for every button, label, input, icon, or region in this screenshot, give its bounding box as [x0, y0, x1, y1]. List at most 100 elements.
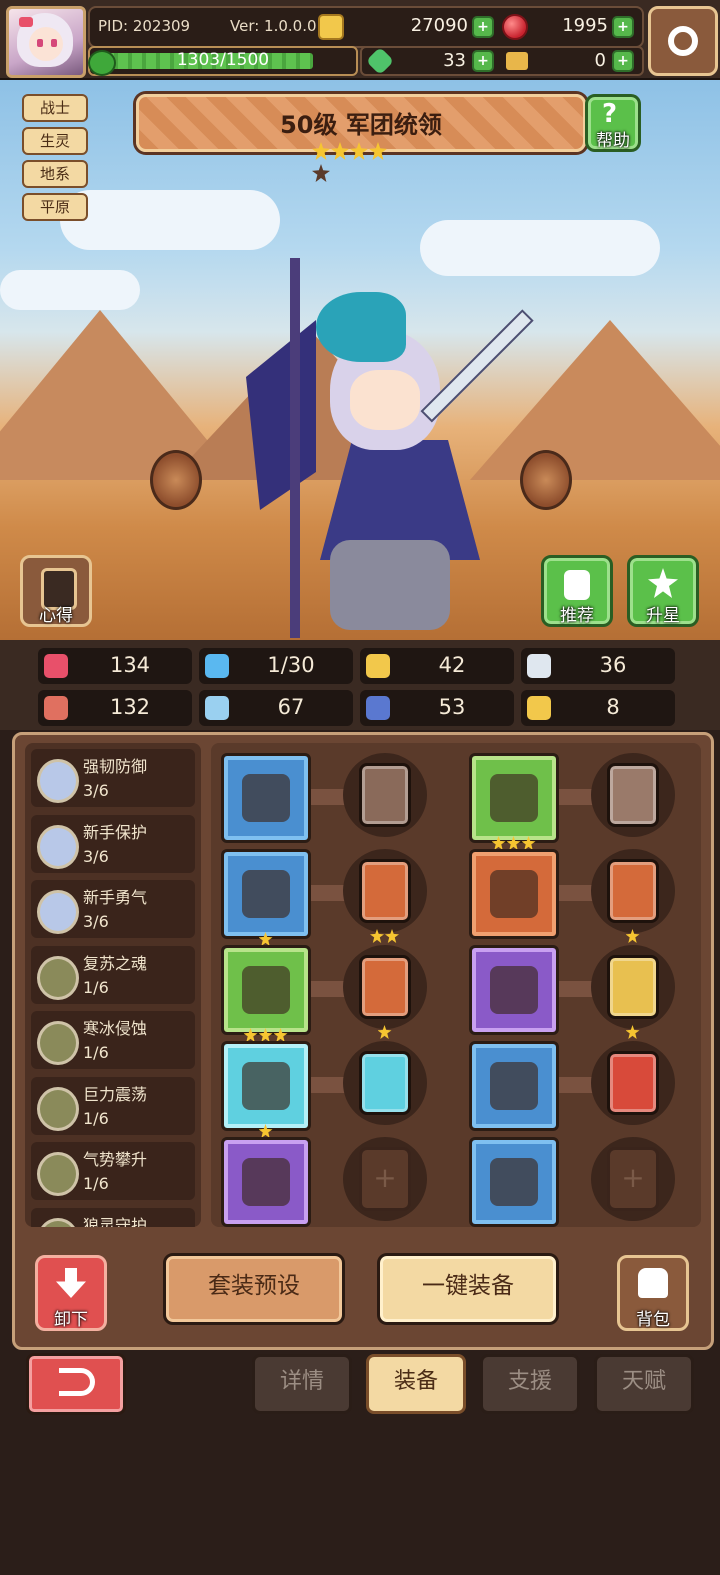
- tab-details[interactable]: 详情: [252, 1354, 352, 1414]
- auto-equip-button[interactable]: 一键装备: [377, 1253, 559, 1325]
- rune-slot[interactable]: [591, 753, 675, 837]
- tab-support[interactable]: 支援: [480, 1354, 580, 1414]
- left-arrow-shield-icon[interactable]: [150, 450, 202, 510]
- gem-icon: [242, 1062, 290, 1110]
- stat-heart: 134: [38, 648, 192, 684]
- unequip-button[interactable]: 卸下: [35, 1255, 107, 1331]
- equip-slot-gem[interactable]: [221, 1041, 311, 1138]
- stats-panel: 134 1/30 42 36 132 67 53 8: [0, 640, 720, 730]
- rune-slot[interactable]: [343, 1041, 427, 1125]
- add-key-button[interactable]: +: [612, 50, 634, 72]
- set-emblem-icon: [37, 824, 79, 869]
- equip-slot-hood[interactable]: [469, 753, 559, 850]
- set-name: 复苏之魂: [83, 953, 148, 973]
- gem-amount: 1995: [562, 15, 608, 36]
- tag-terrain: 平原: [22, 193, 88, 221]
- star-filled-icon: [369, 142, 387, 160]
- ruby-gem-icon: [502, 14, 528, 40]
- set-name: 巨力震荡: [83, 1084, 148, 1104]
- gold-amount: 27090: [410, 15, 468, 36]
- player-avatar[interactable]: [6, 6, 86, 78]
- rune-slot[interactable]: [343, 945, 427, 1039]
- set-bonus-item[interactable]: 寒冰侵蚀 1/6: [31, 1011, 195, 1069]
- hero-hat: [316, 292, 406, 362]
- tab-talent[interactable]: 天赋: [594, 1354, 694, 1414]
- equip-slot-boots[interactable]: [469, 1137, 559, 1227]
- insight-button[interactable]: 心得: [20, 555, 92, 627]
- equip-slot-belt[interactable]: [469, 1041, 559, 1131]
- equip-slot-necklace[interactable]: [221, 945, 311, 1042]
- water-drop-icon: [205, 654, 229, 678]
- rune-slot[interactable]: [591, 849, 675, 943]
- back-button[interactable]: [26, 1353, 126, 1415]
- fist-icon: [44, 696, 68, 720]
- equip-slot-shield[interactable]: [221, 849, 311, 946]
- rune-slot[interactable]: [343, 753, 427, 837]
- set-count: 3/6: [83, 912, 109, 931]
- set-bonus-item[interactable]: 狼灵守护: [31, 1207, 195, 1228]
- set-count: 1/6: [83, 1108, 109, 1128]
- boot-icon: [366, 696, 390, 720]
- horseshoe-icon: [527, 696, 551, 720]
- avatar-eye: [51, 39, 57, 47]
- hammer-icon: [242, 774, 290, 822]
- set-name: 狼灵守护: [83, 1215, 148, 1228]
- stat-value: 1/30: [267, 653, 315, 677]
- set-count: 1/6: [83, 1043, 109, 1062]
- empty-rune-slot[interactable]: +: [343, 1137, 427, 1221]
- set-name: 强韧防御: [83, 757, 148, 776]
- set-name: 寒冰侵蚀: [83, 1019, 148, 1038]
- set-preset-button[interactable]: 套装预设: [163, 1253, 345, 1325]
- backpack-icon: [638, 1268, 668, 1298]
- clover-amount: 33: [443, 50, 466, 71]
- empty-rune-slot[interactable]: +: [591, 1137, 675, 1221]
- set-emblem-icon: [37, 1152, 79, 1196]
- equip-slot-ring[interactable]: [221, 1137, 311, 1227]
- star-filled-icon: [625, 929, 640, 943]
- upgrade-star-button[interactable]: 升星: [627, 555, 699, 627]
- set-bonus-list[interactable]: 强韧防御 3/6 新手保护 3/6 新手勇气 3/6 复苏之魂 1/6 寒冰侵蚀 1/6 巨力震荡 1…: [25, 743, 201, 1227]
- rune-card-icon: [607, 955, 659, 1019]
- question-icon: ?: [602, 99, 618, 129]
- stat-book: 67: [199, 690, 353, 726]
- set-bonus-item[interactable]: 气势攀升 1/6: [31, 1142, 195, 1200]
- help-button[interactable]: ? 帮助: [585, 94, 641, 152]
- set-bonus-item[interactable]: 新手勇气 3/6: [31, 880, 195, 938]
- book-icon: [205, 696, 229, 720]
- recommend-button[interactable]: 推荐: [541, 555, 613, 627]
- star-filled-icon: [370, 929, 384, 943]
- set-bonus-item[interactable]: 强韧防御 3/6: [31, 749, 195, 807]
- right-arrow-shield-icon[interactable]: [520, 450, 572, 510]
- xp-text: 1303/1500: [176, 50, 270, 70]
- set-bonus-item[interactable]: 巨力震荡 1/6: [31, 1076, 195, 1135]
- add-gold-button[interactable]: +: [472, 16, 494, 38]
- upgrade-label: 升星: [646, 606, 680, 626]
- settings-button[interactable]: [648, 6, 718, 76]
- wing-icon: [527, 654, 551, 678]
- rune-slot[interactable]: [343, 849, 427, 943]
- avatar-face: [29, 27, 63, 61]
- add-clover-button[interactable]: +: [472, 50, 494, 72]
- rune-slot[interactable]: [591, 1041, 675, 1125]
- equipment-panel: 强韧防御 3/6 新手保护 3/6 新手勇气 3/6 复苏之魂 1/6 寒冰侵蚀 1/6 巨力震荡 1…: [12, 732, 714, 1350]
- tag-race: 生灵: [22, 127, 88, 155]
- star-filled-icon: [312, 142, 330, 160]
- ring-icon: [242, 1158, 290, 1206]
- add-gem-button[interactable]: +: [612, 16, 634, 38]
- set-bonus-item[interactable]: 复苏之魂 1/6: [31, 945, 195, 1004]
- equip-slot-gauntlet[interactable]: [469, 945, 559, 1035]
- star-filled-icon: [331, 142, 349, 160]
- star-filled-icon: [258, 932, 273, 946]
- rune-slot[interactable]: [591, 945, 675, 1039]
- bag-label: 背包: [636, 1310, 670, 1330]
- set-name: 新手保护: [83, 822, 148, 842]
- hero-face: [350, 370, 420, 430]
- bag-button[interactable]: 背包: [617, 1255, 689, 1331]
- set-count: 1/6: [83, 1174, 109, 1193]
- cloud: [0, 270, 140, 310]
- equip-slot-hammer[interactable]: [221, 753, 311, 843]
- tab-equipment[interactable]: 装备: [366, 1354, 466, 1414]
- set-bonus-item[interactable]: 新手保护 3/6: [31, 814, 195, 873]
- recommend-label: 推荐: [560, 606, 594, 626]
- equip-slot-armor[interactable]: [469, 849, 559, 939]
